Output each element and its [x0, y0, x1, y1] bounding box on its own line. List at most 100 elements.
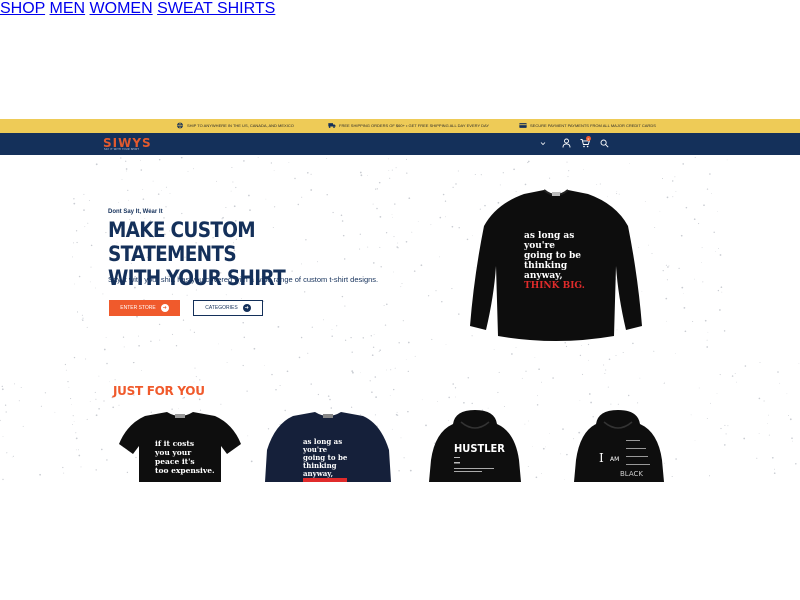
- speckle: [719, 254, 722, 256]
- speckle: [95, 163, 98, 166]
- speckle: [723, 330, 726, 332]
- speckle: [532, 446, 533, 447]
- speckle: [736, 381, 737, 383]
- product-card-image[interactable]: if it costs you your peace it's too expe…: [115, 410, 245, 482]
- chevron-down-icon[interactable]: [540, 141, 546, 146]
- featured-print-line: going to be: [524, 251, 581, 261]
- speckle: [721, 291, 723, 293]
- speckle: [534, 357, 536, 358]
- speckle: [159, 339, 161, 341]
- speckle: [552, 377, 554, 379]
- speckle: [567, 176, 569, 178]
- speckle: [65, 369, 67, 371]
- speckle: [405, 359, 407, 360]
- speckle: [383, 305, 385, 307]
- speckle: [378, 181, 381, 184]
- speckle: [537, 395, 538, 397]
- speckle: [379, 349, 381, 352]
- speckle: [265, 198, 267, 200]
- speckle: [125, 170, 127, 172]
- speckle: [22, 425, 24, 427]
- speckle: [307, 352, 309, 354]
- product-card-image[interactable]: HUSTLER: [425, 410, 525, 482]
- speckle: [82, 317, 84, 319]
- product-card-image[interactable]: as long as you're going to be thinking a…: [263, 410, 393, 482]
- speckle: [14, 383, 15, 385]
- speckle: [352, 371, 354, 374]
- nav-link-women[interactable]: WOMEN: [90, 0, 153, 17]
- speckle: [653, 350, 655, 352]
- speckle: [242, 364, 244, 367]
- speckle: [395, 167, 397, 169]
- speckle: [397, 247, 399, 249]
- nav-link-men[interactable]: MEN: [50, 0, 86, 17]
- nav-link-shop[interactable]: SHOP: [0, 0, 45, 17]
- speckle: [98, 408, 100, 410]
- speckle: [306, 171, 309, 174]
- credit-card-icon: [519, 123, 527, 128]
- speckle: [109, 381, 110, 383]
- speckle: [437, 401, 438, 402]
- speckle: [448, 396, 450, 399]
- speckle: [157, 193, 160, 195]
- speckle: [332, 211, 334, 214]
- speckle: [158, 158, 161, 161]
- speckle: [391, 213, 393, 215]
- speckle: [193, 168, 194, 170]
- speckle: [703, 204, 705, 207]
- speckle: [2, 478, 4, 481]
- speckle: [359, 171, 362, 174]
- speckle: [360, 174, 363, 177]
- speckle: [709, 173, 711, 175]
- speckle: [317, 393, 320, 396]
- speckle: [85, 358, 87, 360]
- speckle: [541, 381, 542, 383]
- speckle: [565, 345, 568, 348]
- speckle: [359, 372, 361, 374]
- speckle: [243, 160, 245, 162]
- speckle: [566, 161, 568, 163]
- speckle: [528, 420, 530, 422]
- speckle: [605, 369, 607, 371]
- speckle: [95, 287, 97, 289]
- speckle: [216, 180, 217, 182]
- speckle: [758, 397, 761, 400]
- enter-store-button[interactable]: ENTER STORE ➜: [109, 300, 180, 316]
- featured-sweatshirt-image[interactable]: as long as you're going to be thinking a…: [466, 186, 646, 346]
- speckle: [194, 367, 196, 369]
- speckle: [105, 232, 107, 234]
- speckle: [310, 189, 313, 191]
- product-print-line: peace it's: [155, 457, 195, 466]
- announcement-bar: SHIP TO ANYWHERE IN THE US, CANADA, AND …: [0, 119, 800, 133]
- speckle: [525, 370, 527, 372]
- nav-link-sweat-shirts[interactable]: SWEAT SHIRTS: [157, 0, 275, 17]
- speckle: [719, 374, 721, 376]
- speckle: [165, 186, 167, 188]
- speckle: [398, 342, 400, 344]
- speckle: [44, 392, 47, 394]
- speckle: [664, 381, 665, 383]
- categories-button[interactable]: CATEGORIES ➜: [193, 300, 263, 316]
- speckle: [140, 169, 143, 171]
- speckle: [95, 469, 97, 471]
- speckle: [273, 170, 275, 171]
- speckle: [378, 350, 380, 352]
- speckle: [288, 162, 290, 163]
- speckle: [723, 444, 726, 446]
- speckle: [136, 315, 138, 318]
- search-icon[interactable]: [600, 139, 609, 148]
- speckle: [80, 466, 82, 468]
- speckle: [417, 221, 419, 222]
- speckle: [326, 158, 328, 159]
- speckle: [298, 356, 301, 359]
- speckle: [397, 242, 399, 244]
- product-card-image[interactable]: I AM BLACK: [572, 410, 672, 482]
- speckle: [588, 359, 589, 361]
- speckle: [73, 356, 76, 359]
- categories-label: CATEGORIES: [205, 305, 238, 311]
- speckle: [340, 214, 343, 217]
- speckle: [718, 247, 720, 249]
- account-icon[interactable]: [562, 138, 571, 148]
- speckle: [455, 396, 456, 398]
- speckle: [471, 402, 473, 405]
